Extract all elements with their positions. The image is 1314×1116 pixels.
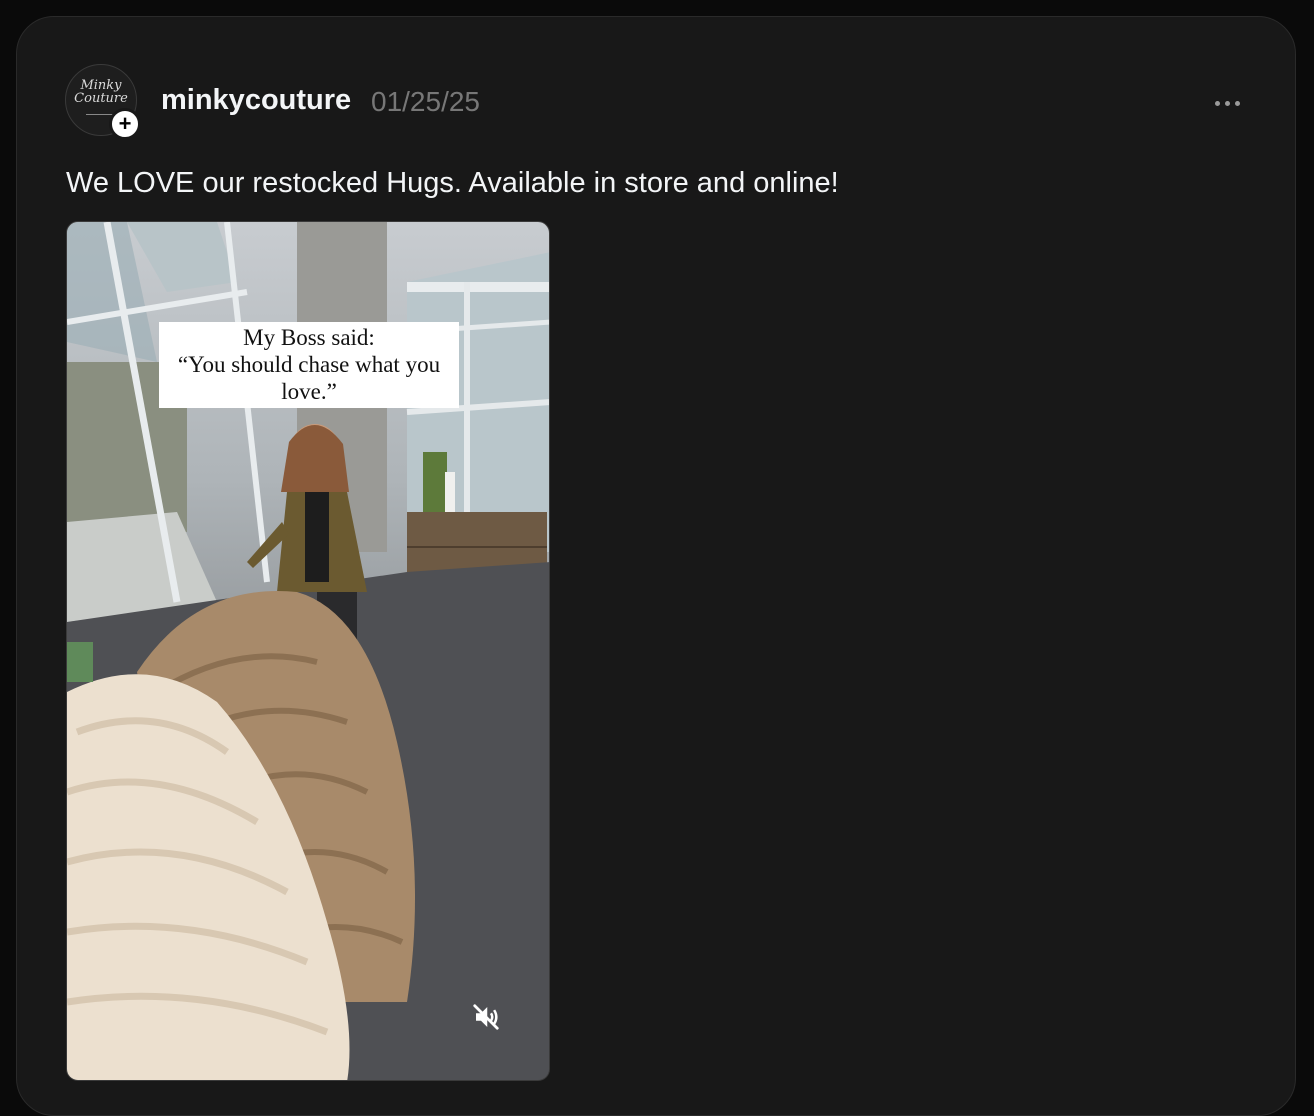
- post-caption: We LOVE our restocked Hugs. Available in…: [66, 167, 839, 199]
- overlay-line: love.”: [281, 379, 337, 404]
- overlay-line: My Boss said:: [243, 325, 375, 350]
- post-date[interactable]: 01/25/25: [371, 86, 480, 118]
- follow-button[interactable]: +: [109, 108, 141, 140]
- avatar-logo-text: Minky Couture: [74, 78, 128, 106]
- speaker-muted-icon: [473, 1004, 499, 1030]
- username-link[interactable]: minkycouture: [161, 84, 351, 117]
- mute-toggle-button[interactable]: [471, 1002, 511, 1042]
- video-text-overlay: My Boss said: “You should chase what you…: [159, 322, 459, 408]
- post-video[interactable]: My Boss said: “You should chase what you…: [66, 221, 550, 1081]
- post-card: Minky Couture + minkycouture 01/25/25 We…: [16, 16, 1296, 1116]
- overlay-line: “You should chase what you: [177, 352, 441, 377]
- more-horizontal-icon: [1214, 100, 1240, 106]
- avatar-container[interactable]: Minky Couture +: [65, 64, 141, 140]
- more-options-button[interactable]: [1207, 93, 1247, 113]
- plus-icon: +: [118, 111, 132, 136]
